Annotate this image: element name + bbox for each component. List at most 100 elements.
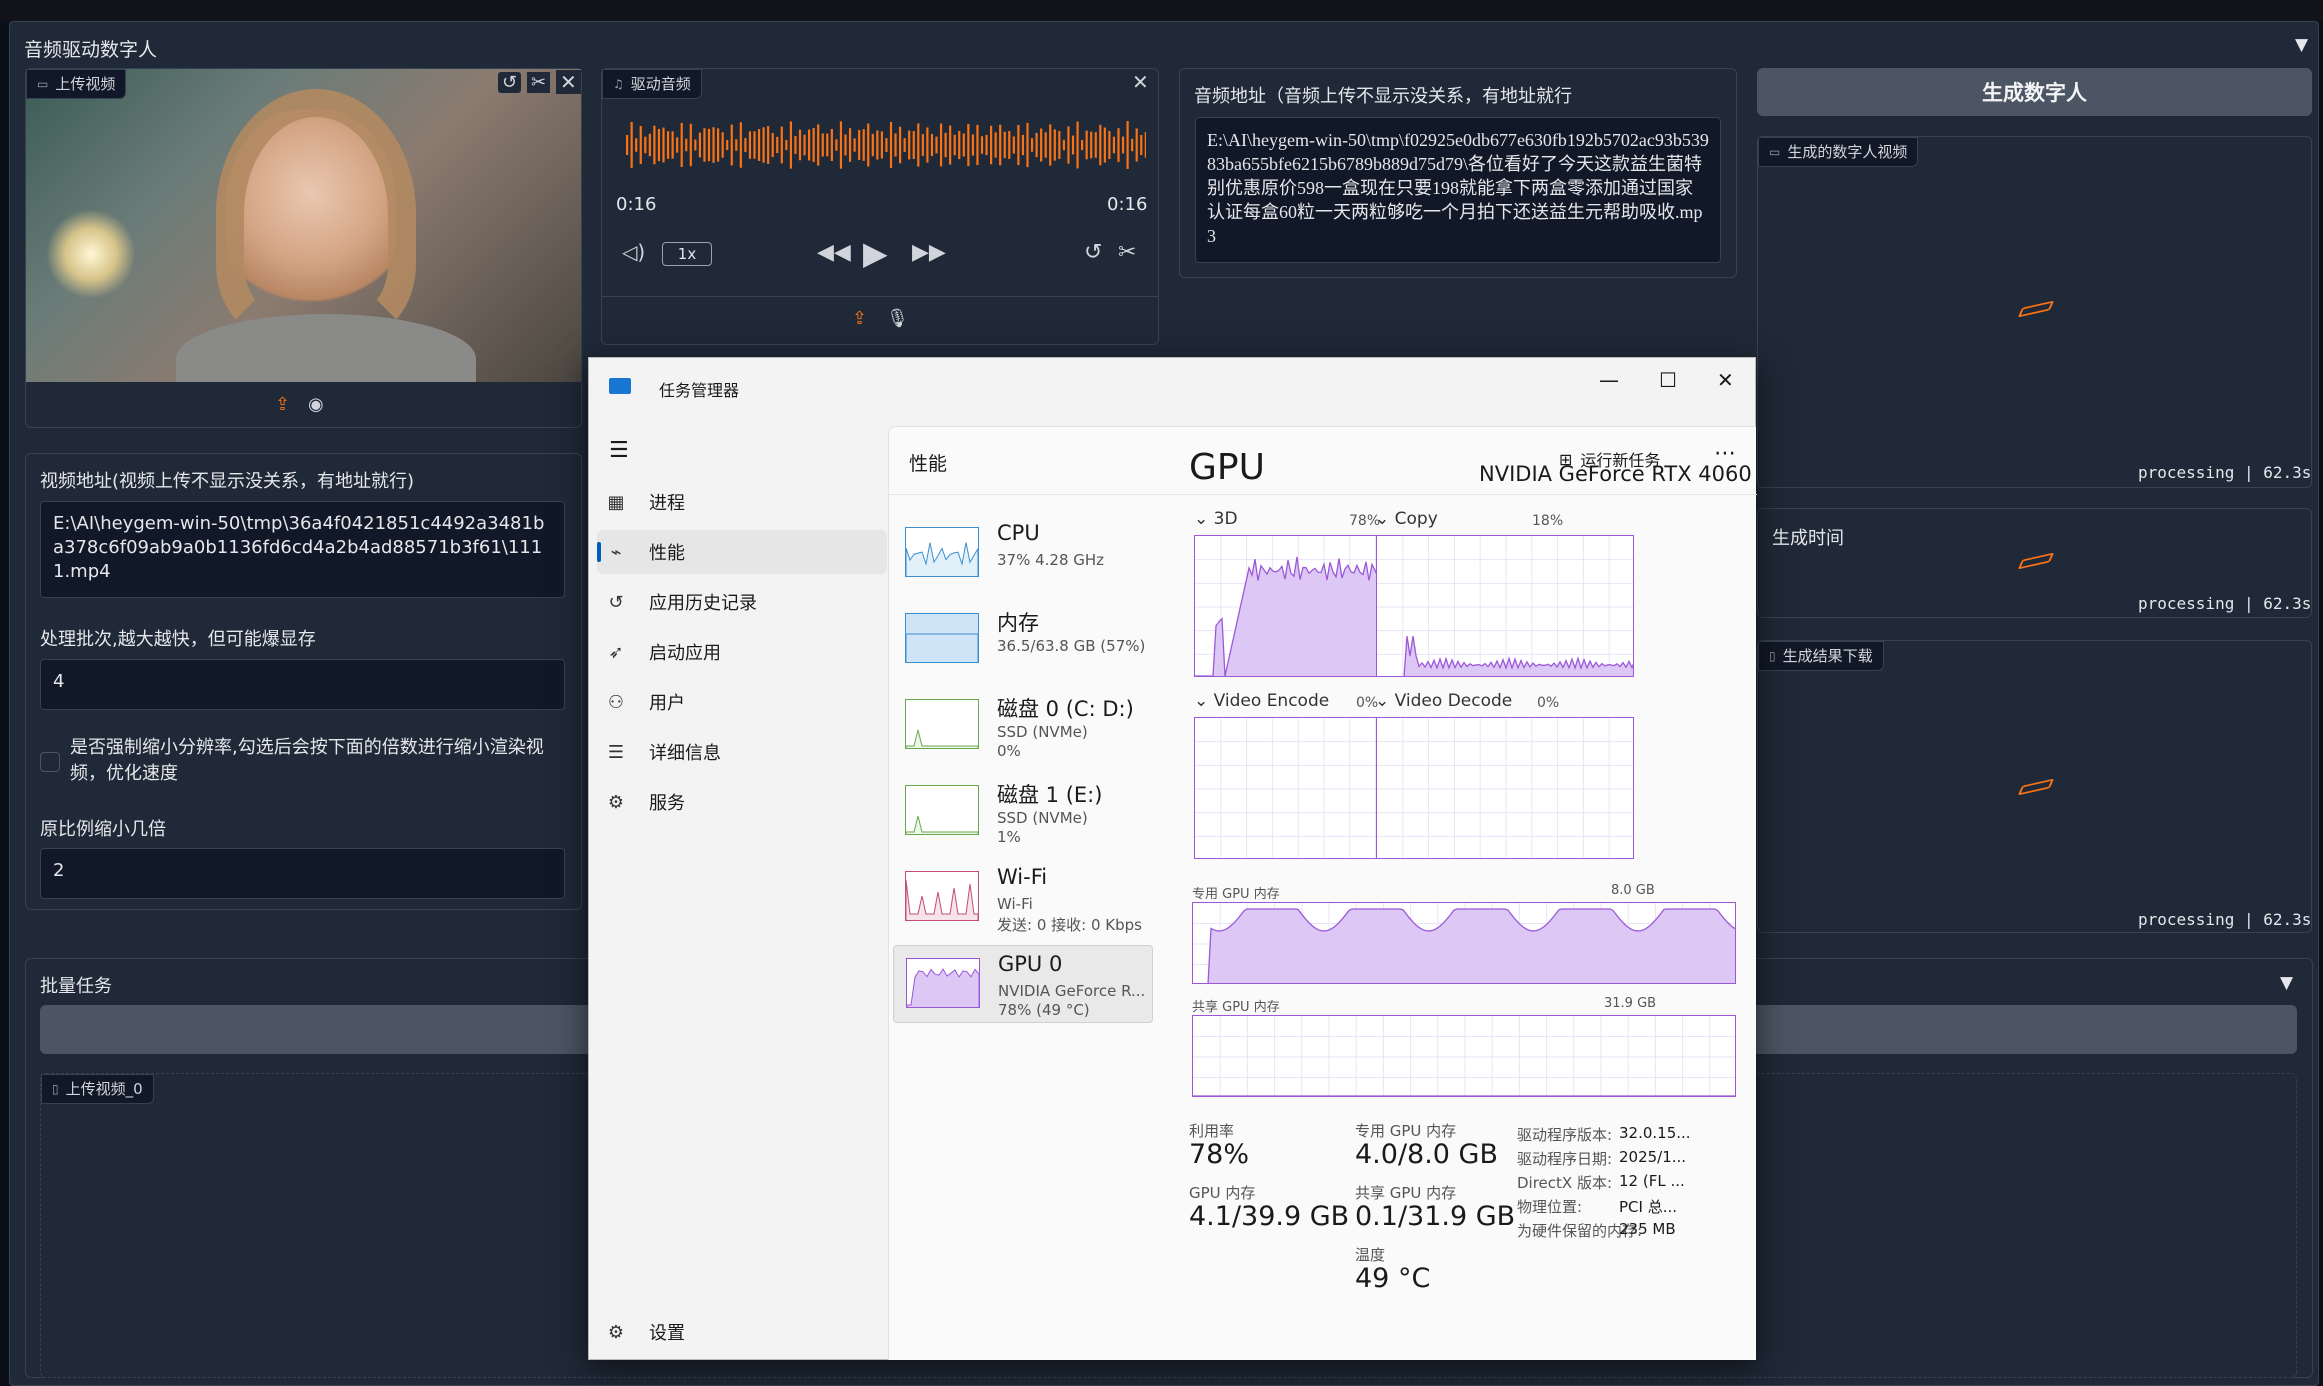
- waveform-bar: [839, 121, 843, 169]
- nav-item-6[interactable]: ⚙ 服务: [605, 780, 785, 824]
- device-item-5[interactable]: GPU 0 NVIDIA GeForce R... 78% (49 °C): [893, 945, 1153, 1023]
- audio-waveform[interactable]: [616, 105, 1146, 185]
- collapse-icon[interactable]: ▼: [2295, 35, 2308, 55]
- playback-speed-button[interactable]: 1x: [662, 242, 712, 266]
- accordion-title[interactable]: 音频驱动数字人: [24, 35, 157, 62]
- shared-mem-label: 共享 GPU 内存: [1192, 1000, 1280, 1015]
- upload-audio-icon[interactable]: ⇪: [852, 308, 867, 329]
- waveform-bar: [1049, 124, 1052, 166]
- nav-item-0[interactable]: ▦ 进程: [605, 480, 785, 524]
- waveform-bar: [780, 126, 783, 164]
- nav-item-1[interactable]: ⌁ 性能: [597, 530, 887, 574]
- device-item-4[interactable]: Wi-Fi Wi-Fi 发送: 0 接收: 0 Kbps: [893, 859, 1153, 937]
- hair-shape: [216, 89, 416, 339]
- waveform-bar: [848, 128, 852, 162]
- video-camera-icon: ▭: [37, 76, 49, 91]
- clear-audio-icon[interactable]: ✕: [1132, 70, 1149, 94]
- hamburger-menu-icon[interactable]: ☰: [609, 438, 629, 463]
- batch-collapse-icon[interactable]: ▼: [2280, 973, 2293, 993]
- nav-item-2[interactable]: ↺ 应用历史记录: [605, 580, 785, 624]
- download-label-text: 生成结果下载: [1782, 647, 1873, 665]
- nav-item-5[interactable]: ☰ 详细信息: [605, 730, 785, 774]
- waveform-bar: [889, 122, 893, 168]
- audio-url-input[interactable]: E:\AI\heygem-win-50\tmp\f02925e0db677e63…: [1195, 117, 1721, 263]
- waveform-bar: [990, 125, 993, 165]
- waveform-bar: [953, 134, 956, 156]
- device-item-3[interactable]: 磁盘 1 (E:) SSD (NVMe) 1%: [893, 773, 1153, 851]
- play-icon[interactable]: ▶: [863, 234, 888, 272]
- waveform-bar: [994, 132, 997, 158]
- device-thumbnail: [905, 871, 979, 921]
- users-icon: ⚇: [607, 691, 625, 713]
- waveform-bar: [698, 132, 701, 158]
- device-sub1: SSD (NVMe): [997, 723, 1088, 741]
- gpu-info-value: 2025/1...: [1619, 1148, 1687, 1166]
- engine-decode-label[interactable]: ⌄ Video Decode: [1375, 691, 1512, 711]
- download-status: processing | 62.3s: [2138, 910, 2312, 929]
- device-thumbnail: [905, 527, 979, 577]
- waveform-bar: [862, 129, 865, 161]
- device-name: GPU 0: [998, 952, 1063, 976]
- nav-item-label: 详细信息: [649, 743, 721, 764]
- rewind-icon[interactable]: ◀◀: [817, 240, 851, 265]
- webcam-icon[interactable]: ◉: [308, 394, 324, 415]
- waveform-bar: [662, 127, 665, 163]
- waveform-bar: [1131, 138, 1134, 152]
- video-url-input[interactable]: E:\AI\heygem-win-50\tmp\36a4f0421851c449…: [40, 501, 565, 598]
- waveform-bar: [1094, 132, 1097, 158]
- waveform-bar: [808, 129, 811, 161]
- gpumem-value: 4.1/39.9 GB: [1189, 1201, 1350, 1232]
- fast-forward-icon[interactable]: ▶▶: [912, 240, 946, 265]
- music-note-icon: ♫: [613, 76, 624, 91]
- nav-item-3[interactable]: ➶ 启动应用: [605, 630, 785, 674]
- waveform-bar: [1140, 135, 1143, 155]
- waveform-bar: [912, 131, 915, 159]
- output-video-status: processing | 62.3s: [2138, 463, 2312, 482]
- device-thumbnail: [905, 613, 979, 663]
- waveform-bar: [626, 135, 629, 155]
- waveform-bar: [980, 136, 984, 154]
- graph-shared-mem: [1192, 1015, 1736, 1097]
- minimize-icon[interactable]: —: [1599, 368, 1619, 392]
- upload-icon[interactable]: ⇪: [275, 394, 290, 415]
- nav-settings-label: 设置: [649, 1323, 685, 1344]
- batch-size-input[interactable]: 4: [40, 659, 565, 710]
- device-item-1[interactable]: 内存 36.5/63.8 GB (57%): [893, 601, 1153, 679]
- video-preview[interactable]: [26, 69, 581, 382]
- device-sparkline: [905, 815, 979, 834]
- nav-item-4[interactable]: ⚇ 用户: [605, 680, 785, 724]
- reset-audio-icon[interactable]: ↺: [1084, 240, 1102, 265]
- force-scale-checkbox[interactable]: [40, 752, 60, 772]
- scale-input[interactable]: 2: [40, 848, 565, 899]
- close-icon[interactable]: ✕: [1717, 368, 1734, 392]
- video-label: ▭ 上传视频: [26, 69, 127, 99]
- volume-icon[interactable]: ◁): [622, 240, 645, 264]
- waveform-bar: [1081, 139, 1084, 151]
- device-item-2[interactable]: 磁盘 0 (C: D:) SSD (NVMe) 0%: [893, 687, 1153, 765]
- waveform-bar: [1108, 130, 1111, 160]
- waveform-bar: [1040, 128, 1043, 162]
- performance-title: 性能: [909, 453, 948, 475]
- device-item-0[interactable]: CPU 37% 4.28 GHz: [893, 515, 1153, 593]
- generate-button[interactable]: 生成数字人: [1757, 68, 2312, 116]
- performance-icon: ⌁: [610, 541, 622, 563]
- gpu-info-key: 物理位置:: [1517, 1198, 1583, 1216]
- maximize-icon[interactable]: ☐: [1659, 368, 1677, 392]
- undo-icon[interactable]: ↺: [498, 72, 522, 93]
- waveform-bar: [1099, 124, 1102, 166]
- nav-settings[interactable]: ⚙ 设置: [605, 1310, 785, 1354]
- engine-3d-label[interactable]: ⌄ 3D: [1194, 509, 1238, 529]
- engine-encode-label[interactable]: ⌄ Video Encode: [1194, 691, 1329, 711]
- engine-copy-label[interactable]: ⌄ Copy: [1375, 509, 1438, 529]
- waveform-bar: [1121, 136, 1125, 154]
- scissors-icon[interactable]: ✂: [527, 72, 551, 93]
- waveform-bar: [712, 127, 715, 163]
- clear-video-icon[interactable]: ✕: [556, 70, 581, 94]
- waveform-bar: [876, 130, 879, 160]
- waveform-bar: [1035, 132, 1038, 158]
- device-name: 内存: [997, 611, 1039, 635]
- trim-audio-icon[interactable]: ✂: [1118, 240, 1136, 265]
- batch-title[interactable]: 批量任务: [40, 972, 112, 998]
- microphone-icon[interactable]: 🎙: [886, 308, 909, 329]
- nav-item-label: 用户: [649, 693, 685, 714]
